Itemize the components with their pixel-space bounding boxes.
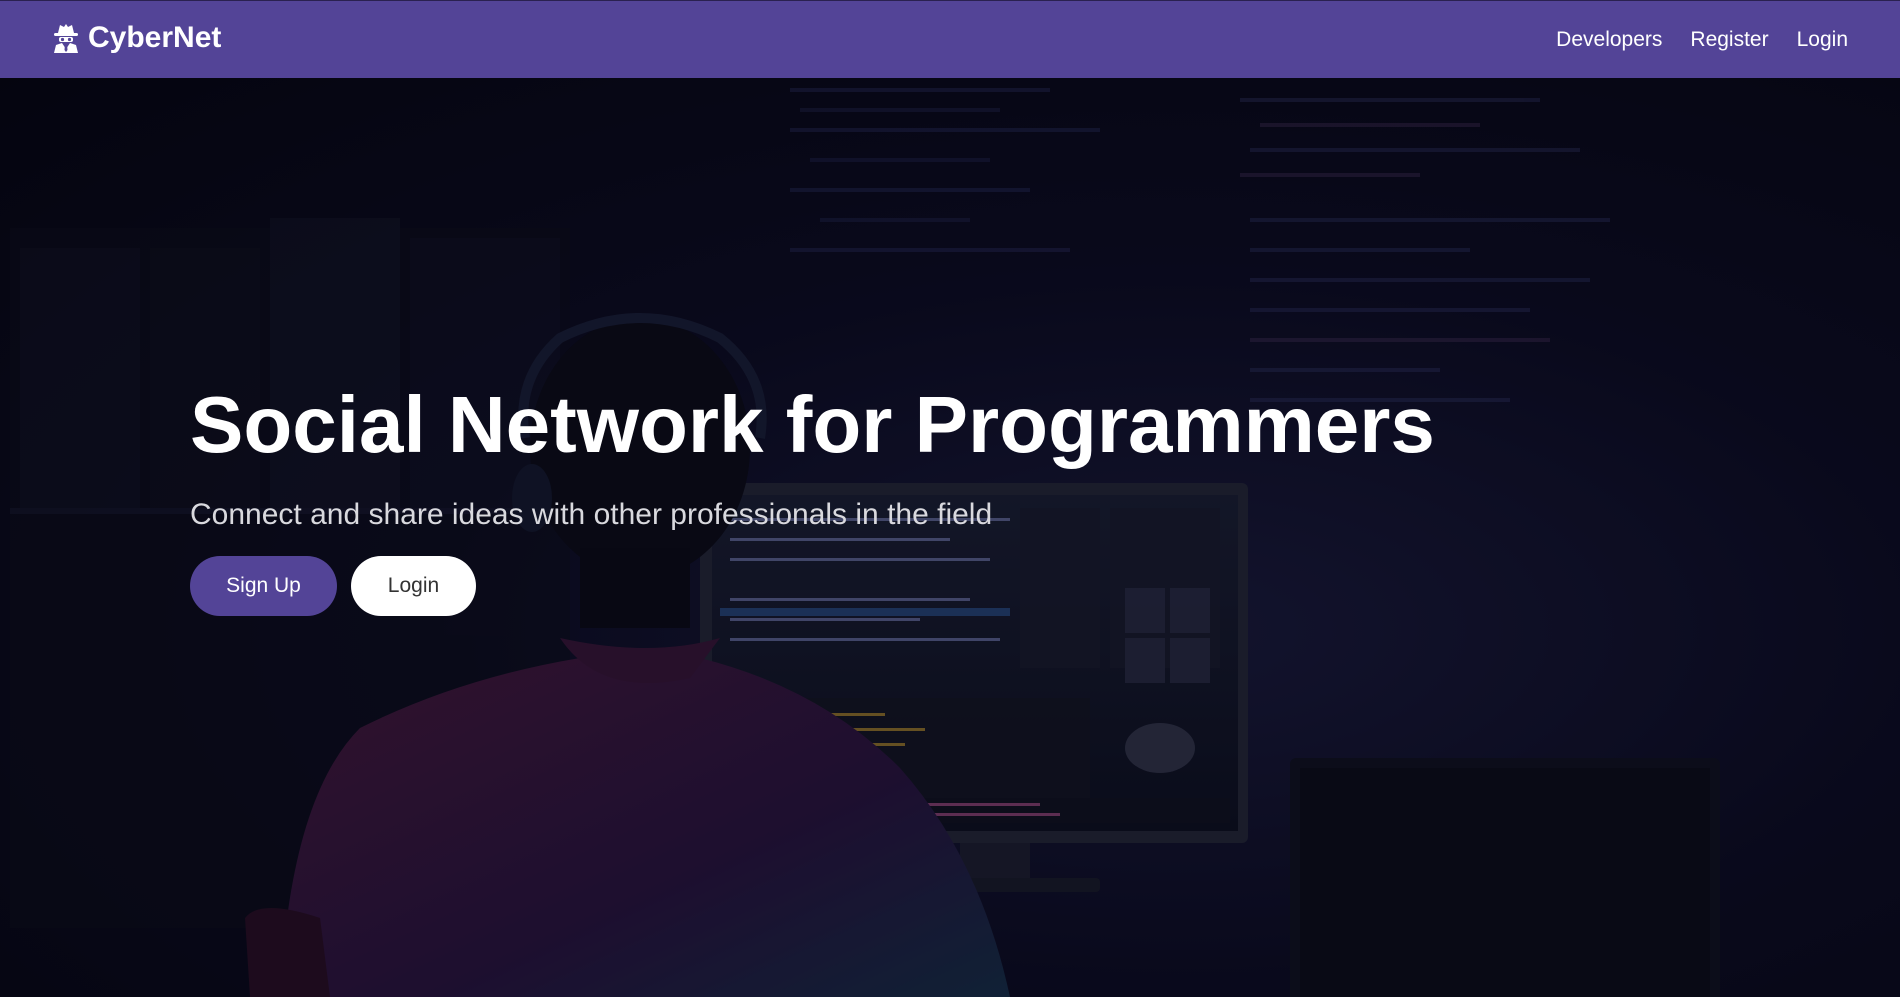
brand-name: CyberNet: [88, 21, 222, 54]
user-secret-icon: [54, 24, 78, 53]
landing-page: CyberNet Developers Register Login Socia…: [0, 0, 1900, 997]
hero-title: Social Network for Programmers: [190, 380, 1435, 469]
nav-link-developers[interactable]: Developers: [1556, 28, 1662, 52]
nav-link-login[interactable]: Login: [1797, 28, 1848, 52]
hero-content: Social Network for Programmers Connect a…: [190, 380, 1435, 616]
brand-link[interactable]: CyberNet: [52, 21, 221, 55]
hero-buttons: Sign Up Login: [190, 556, 1435, 616]
navbar: CyberNet Developers Register Login: [0, 0, 1900, 78]
nav-link-register[interactable]: Register: [1690, 28, 1768, 52]
signup-button[interactable]: Sign Up: [190, 556, 337, 616]
hero-subtitle: Connect and share ideas with other profe…: [190, 498, 993, 531]
nav-links: Developers Register Login: [1556, 28, 1848, 52]
login-button[interactable]: Login: [351, 556, 476, 616]
